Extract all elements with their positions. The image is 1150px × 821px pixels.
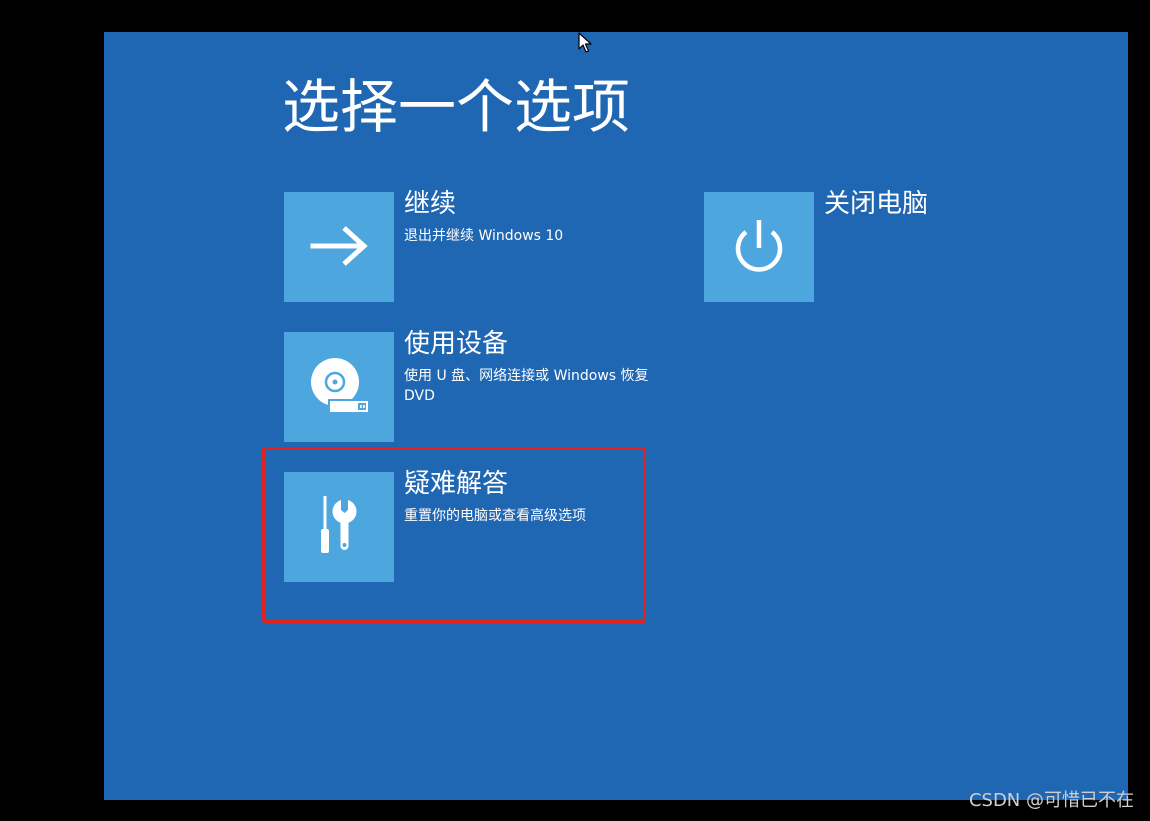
power-icon [735,220,783,272]
option-use-device-tile [284,332,394,442]
arrow-right-icon [310,226,368,266]
highlight-annotation-box [262,447,646,623]
page-title: 选择一个选项 [282,73,631,141]
option-continue-label: 继续 [404,189,457,219]
disc-usb-icon [311,358,368,414]
mouse-cursor-icon [578,32,592,53]
option-continue-tile [284,192,394,302]
recovery-screen: 选择一个选项 继续 退出并继续 Windows 10 关闭电脑 使用设备 使用 … [104,32,1128,800]
option-shutdown-text: 关闭电脑 [824,189,1079,226]
option-shutdown-label: 关闭电脑 [824,189,929,219]
option-continue-description: 退出并继续 Windows 10 [404,227,564,244]
option-use-device-description: 使用 U 盘、网络连接或 Windows 恢复 DVD [404,367,649,405]
option-use-device-text: 使用设备 使用 U 盘、网络连接或 Windows 恢复 DVD [404,329,659,406]
option-shutdown[interactable]: 关闭电脑 [704,189,1084,304]
option-use-device[interactable]: 使用设备 使用 U 盘、网络连接或 Windows 恢复 DVD [284,329,664,444]
option-shutdown-tile [704,192,814,302]
option-use-device-label: 使用设备 [404,329,509,359]
option-continue[interactable]: 继续 退出并继续 Windows 10 [284,189,664,304]
watermark: CSDN @可惜已不在 [968,790,1134,811]
option-continue-text: 继续 退出并继续 Windows 10 [404,189,659,246]
